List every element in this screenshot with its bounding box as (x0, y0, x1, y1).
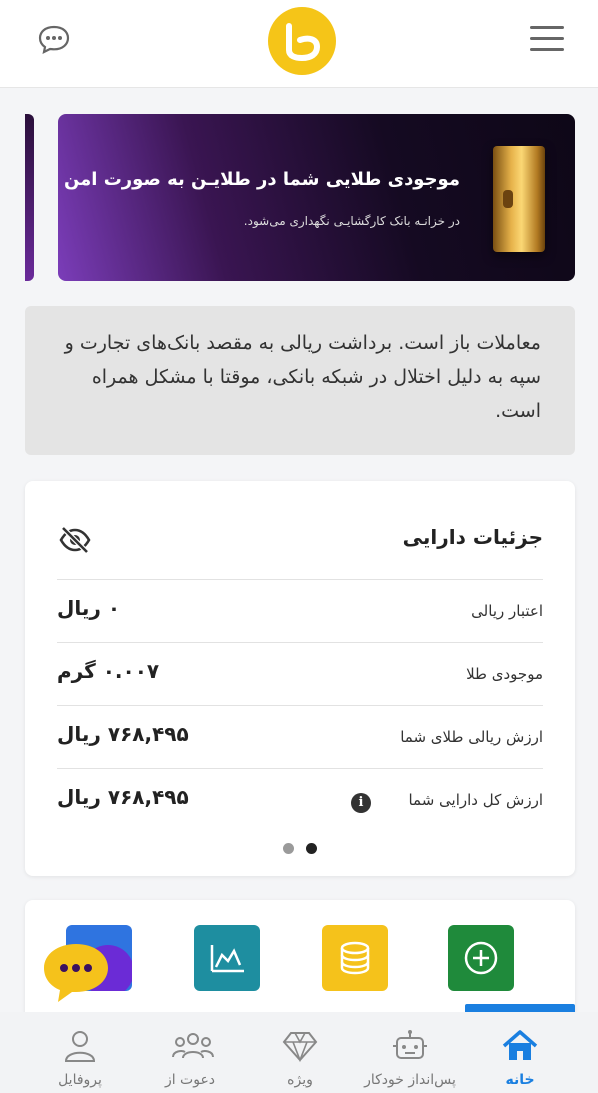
carousel-dot-active[interactable] (306, 843, 317, 854)
banner-prev-slide[interactable] (25, 114, 34, 281)
nav-item-invite[interactable]: دعوت از (130, 1012, 250, 1093)
row-label: ارزش ریالی طلای شما (400, 728, 543, 746)
asset-row: ارزش ریالی طلای شما ۷۶۸,۴۹۵ ریال (57, 705, 543, 768)
nav-item-auto-savings[interactable]: پس‌انداز خودکار (350, 1012, 470, 1093)
app-logo (267, 6, 337, 76)
row-value: ۷۶۸,۴۹۵ ریال (57, 722, 189, 746)
notice-box: معاملات باز است. برداشت ریالی به مقصد با… (25, 306, 575, 455)
nav-label: خانه (505, 1072, 535, 1088)
app-header (0, 0, 598, 88)
robot-icon (393, 1030, 427, 1059)
eye-off-icon[interactable] (58, 525, 92, 555)
asset-details-card: جزئیات دارایی اعتبار ریالی ۰ ریال موجودی… (25, 481, 575, 876)
card-title: جزئیات دارایی (402, 525, 543, 549)
carousel-dots (283, 843, 323, 855)
promo-banner[interactable]: موجودی طلایی شما در طلایـن به صورت امن د… (58, 114, 575, 281)
gold-vault-image (493, 146, 545, 252)
row-value: ۷۶۸,۴۹۵ ریال (57, 785, 189, 809)
users-icon (172, 1033, 214, 1059)
chart-icon[interactable] (194, 925, 260, 991)
info-icon[interactable]: i (351, 793, 371, 813)
diamond-icon (282, 1032, 318, 1063)
hamburger-menu-icon[interactable] (530, 26, 564, 54)
row-value: ۰ ریال (57, 596, 121, 620)
asset-row: اعتبار ریالی ۰ ریال (57, 579, 543, 642)
plus-circle-icon[interactable] (448, 925, 514, 991)
nav-item-profile[interactable]: پروفایل (20, 1012, 140, 1093)
asset-row: موجودی طلا ۰.۰۰۷ گرم (57, 642, 543, 705)
carousel-dot[interactable] (283, 843, 294, 854)
nav-label: ویژه (287, 1072, 313, 1088)
banner-title: موجودی طلایی شما در طلایـن به صورت امن (63, 169, 460, 190)
home-icon (502, 1030, 538, 1060)
row-label: اعتبار ریالی (471, 602, 543, 620)
chat-bubble-icon[interactable] (37, 24, 71, 54)
nav-label: پروفایل (58, 1072, 102, 1088)
asset-row: ارزش کل دارایی شما i ۷۶۸,۴۹۵ ریال (57, 768, 543, 831)
user-icon (64, 1031, 96, 1062)
row-label: ارزش کل دارایی شما (408, 791, 543, 809)
row-value: ۰.۰۰۷ گرم (57, 659, 160, 683)
coins-icon[interactable] (322, 925, 388, 991)
nav-item-home[interactable]: خانه (460, 1012, 580, 1093)
nav-label: پس‌انداز خودکار (364, 1072, 456, 1088)
banner-subtitle: در خزانـه بانک کارگشایـی نگهداری می‌شود. (243, 214, 460, 228)
nav-label: دعوت از (164, 1072, 216, 1088)
row-label: موجودی طلا (466, 665, 543, 683)
nav-item-special[interactable]: ویژه (240, 1012, 360, 1093)
bottom-nav: خانه پس‌انداز خودکار ویژه دعوت از (0, 1012, 598, 1093)
support-chat-fab[interactable] (42, 940, 130, 1006)
notice-text: معاملات باز است. برداشت ریالی به مقصد با… (64, 332, 541, 422)
